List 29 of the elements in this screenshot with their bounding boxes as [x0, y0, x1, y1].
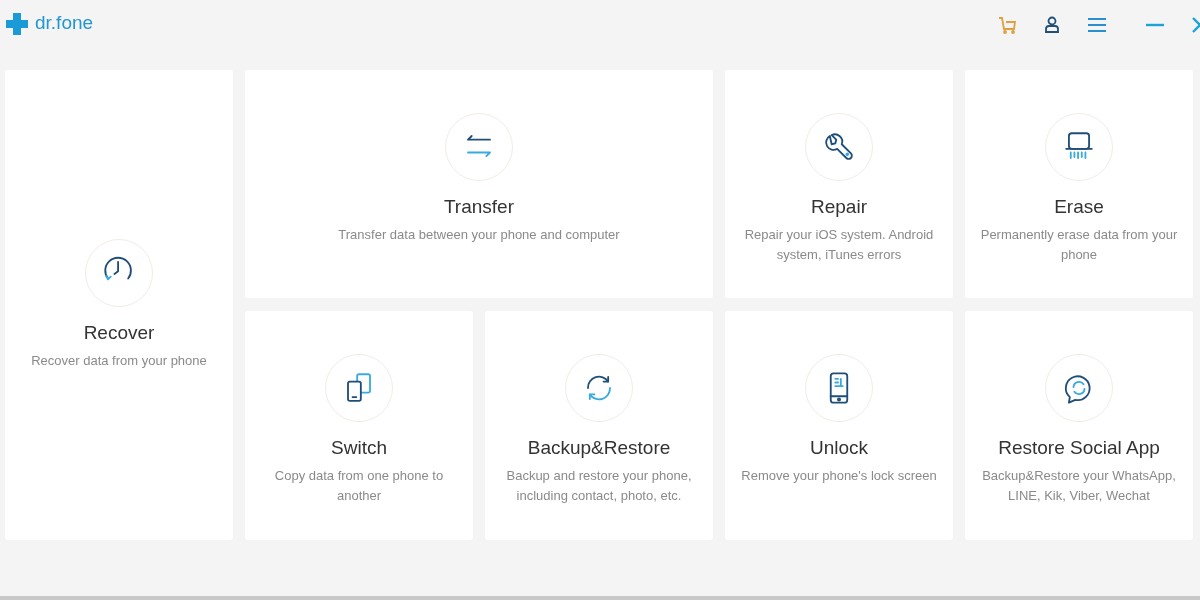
tool-description: Backup&Restore your WhatsApp, LINE, Kik, Viber, Wechat: [981, 466, 1177, 505]
tool-description: Recover data from your phone: [31, 351, 207, 370]
tool-card[interactable]: Recover Recover data from your phone: [5, 70, 233, 540]
tool-card[interactable]: Repair Repair your iOS system. Android system, iTunes errors: [725, 70, 953, 298]
tool-card[interactable]: Switch Copy data from one phone to another: [245, 311, 473, 540]
tool-title: Recover: [83, 321, 155, 345]
tool-title: Unlock: [809, 436, 869, 460]
tool-card[interactable]: Transfer Transfer data between your phone and computer: [245, 70, 713, 298]
logo-cross-icon: [4, 11, 30, 37]
tool-title: Backup&Restore: [527, 436, 671, 460]
tool-card[interactable]: Restore Social App Backup&Restore your WhatsApp, LINE, Kik, Viber, Wechat: [965, 311, 1193, 540]
tool-card[interactable]: Backup&Restore Backup and restore your phone, including contact, photo, etc.: [485, 311, 713, 540]
tool-description: Transfer data between your phone and computer: [338, 225, 620, 244]
cart-icon[interactable]: [996, 14, 1018, 36]
tool-description: Backup and restore your phone, including contact, photo, etc.: [505, 466, 693, 505]
tool-title: Erase: [1054, 195, 1104, 219]
tool-description: Copy data from one phone to another: [273, 466, 445, 505]
tool-title: Repair: [811, 195, 867, 219]
app-logo: dr.fone: [35, 10, 94, 35]
tool-description: Repair your iOS system. Android system, iTunes errors: [743, 225, 935, 264]
tool-title: Restore Social App: [998, 436, 1160, 460]
tool-card[interactable]: Unlock Remove your phone's lock screen: [725, 311, 953, 540]
tool-description: Remove your phone's lock screen: [741, 466, 937, 485]
tool-title: Transfer: [443, 195, 514, 219]
tool-card[interactable]: Erase Permanently erase data from your phone: [965, 70, 1193, 298]
user-icon[interactable]: [1042, 15, 1062, 35]
tool-description: Permanently erase data from your phone: [979, 225, 1179, 264]
menu-icon[interactable]: [1086, 15, 1108, 35]
tool-title: Switch: [331, 436, 387, 460]
